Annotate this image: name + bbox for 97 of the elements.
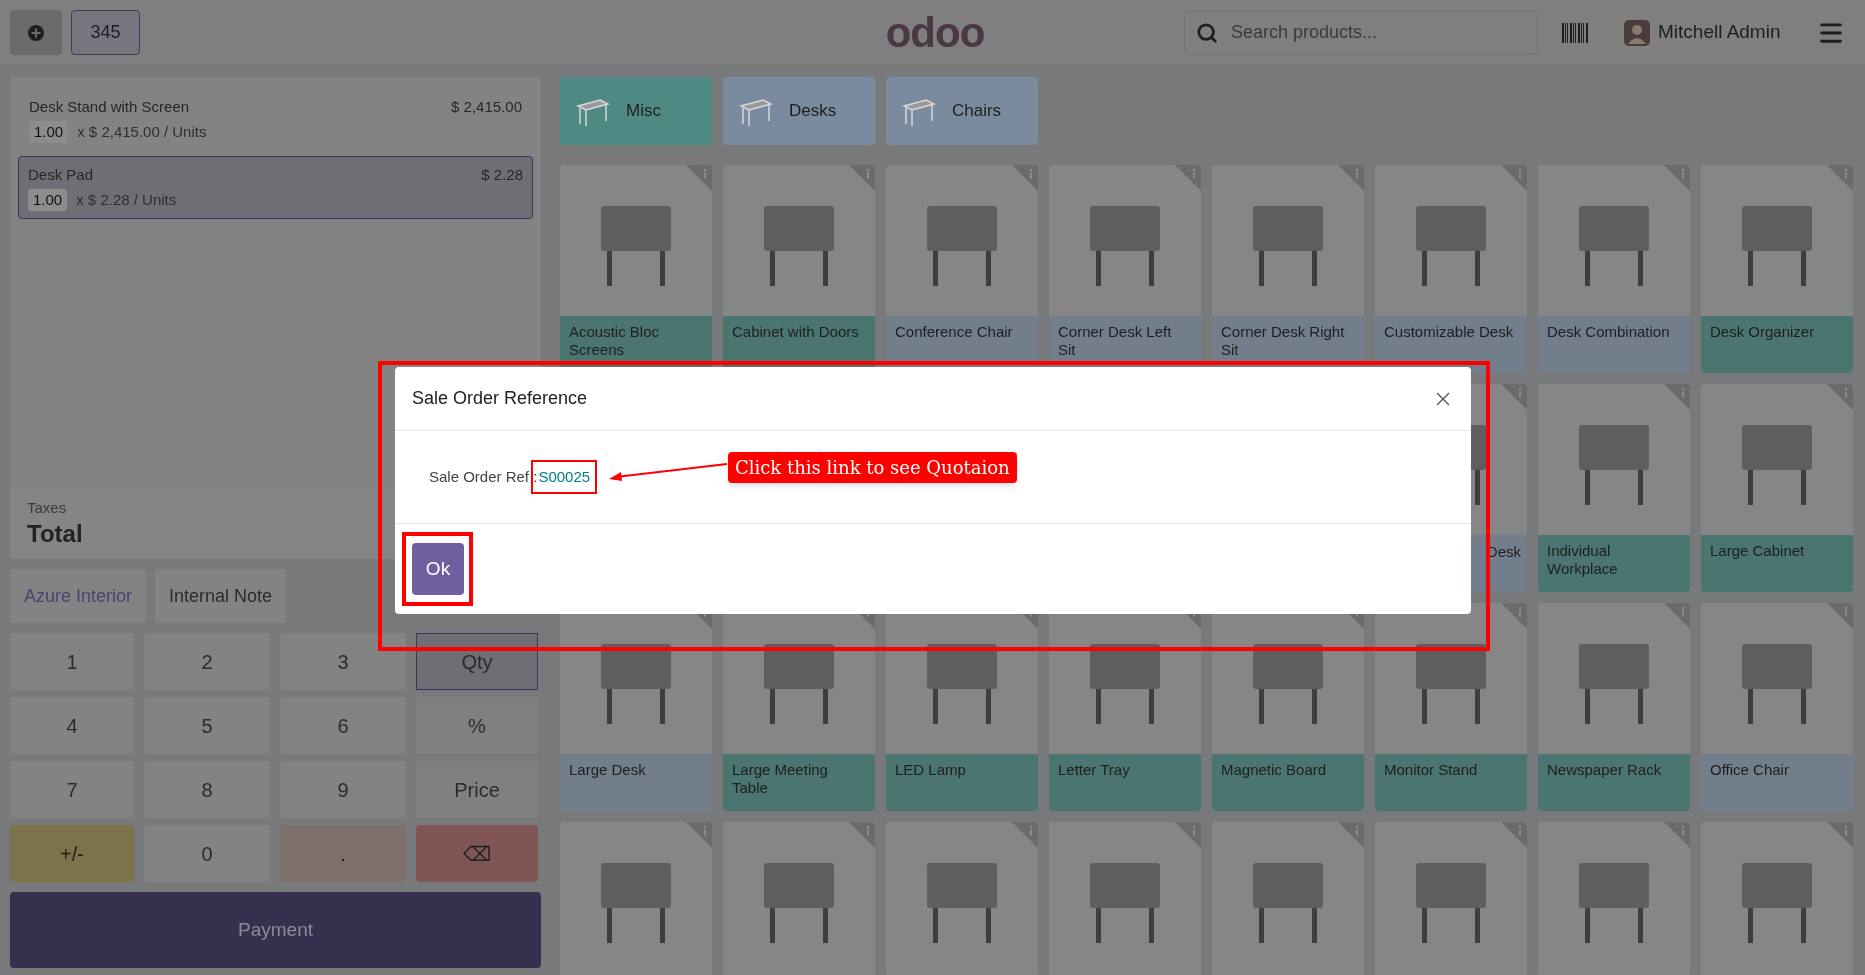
product-name: Individual Workplace — [1538, 535, 1690, 592]
product-card[interactable] — [560, 822, 712, 975]
info-corner-icon[interactable] — [1827, 603, 1853, 629]
numpad-key[interactable]: % — [416, 697, 538, 754]
info-corner-icon[interactable] — [1664, 384, 1690, 410]
search-field[interactable]: Search products... — [1184, 10, 1538, 55]
note-button[interactable]: Internal Note — [155, 569, 287, 623]
product-name: Magnetic Board — [1212, 754, 1364, 811]
numpad-key[interactable]: Qty — [416, 633, 538, 690]
quantity-chip: 1.00 — [29, 120, 69, 143]
info-corner-icon[interactable] — [849, 165, 875, 191]
unit-price: x $ 2.28 / Units — [76, 189, 177, 210]
numpad-key[interactable]: 7 — [10, 761, 134, 818]
product-name: Office Chair — [1701, 754, 1853, 811]
product-name: Desk Stand with Screen — [29, 97, 190, 117]
info-corner-icon[interactable] — [1501, 603, 1527, 629]
numpad-key[interactable]: 4 — [10, 697, 134, 754]
product-card[interactable]: Office Chair — [1701, 603, 1853, 811]
product-name: Newspaper Rack — [1538, 754, 1690, 811]
product-name: Desk Combination — [1538, 316, 1690, 373]
taxes-label: Taxes — [27, 498, 68, 518]
product-card[interactable]: Monitor Stand — [1375, 603, 1527, 811]
product-card[interactable]: Large Cabinet — [1701, 384, 1853, 592]
line-price: $ 2,415.00 — [451, 97, 522, 117]
info-corner-icon[interactable] — [1827, 165, 1853, 191]
numpad-key[interactable]: ⌫ — [416, 825, 538, 882]
product-card[interactable] — [1375, 822, 1527, 975]
numpad-key[interactable]: 9 — [280, 761, 406, 818]
product-card[interactable] — [1049, 822, 1201, 975]
info-corner-icon[interactable] — [686, 822, 712, 848]
payment-button[interactable]: Payment — [10, 892, 541, 968]
info-corner-icon[interactable] — [1501, 165, 1527, 191]
product-card[interactable] — [1212, 822, 1364, 975]
product-card[interactable]: Newspaper Rack — [1538, 603, 1690, 811]
info-corner-icon[interactable] — [1012, 822, 1038, 848]
info-corner-icon[interactable] — [1501, 384, 1527, 410]
line-price: $ 2.28 — [481, 165, 523, 185]
product-card[interactable] — [723, 822, 875, 975]
info-corner-icon[interactable] — [1827, 384, 1853, 410]
callout: Click this link to see Quotaion — [728, 452, 1017, 483]
customer-button[interactable]: Azure Interior — [10, 569, 147, 623]
plus-circle-icon — [27, 23, 45, 42]
quantity-chip: 1.00 — [28, 188, 68, 211]
numpad-key[interactable]: 2 — [144, 633, 270, 690]
product-name: LED Lamp — [886, 754, 1038, 811]
avatar-icon — [1624, 19, 1650, 46]
order-tab[interactable]: 345 — [71, 10, 140, 55]
unit-price: x $ 2,415.00 / Units — [77, 121, 207, 142]
info-corner-icon[interactable] — [1664, 822, 1690, 848]
order-link[interactable]: S00025 — [538, 468, 591, 485]
numpad-key[interactable]: +/- — [10, 825, 134, 882]
info-corner-icon[interactable] — [686, 165, 712, 191]
product-card[interactable]: Desk Organizer — [1701, 165, 1853, 373]
product-name: Desk Pad — [28, 165, 94, 185]
search-icon — [1196, 21, 1218, 44]
product-card[interactable]: Individual Workplace — [1538, 384, 1690, 592]
info-corner-icon[interactable] — [1501, 822, 1527, 848]
product-name: Large Meeting Table — [723, 754, 875, 811]
product-card[interactable] — [1538, 822, 1690, 975]
product-card[interactable] — [1701, 822, 1853, 975]
product-name: Desk Organizer — [1701, 316, 1853, 373]
product-name: Monitor Stand — [1375, 754, 1527, 811]
numpad-key[interactable]: Price — [416, 761, 538, 818]
product-card[interactable]: Customizable Desk — [1375, 165, 1527, 373]
numpad-key[interactable]: 6 — [280, 697, 406, 754]
field-label: Sale Order Ref : — [429, 466, 538, 487]
info-corner-icon[interactable] — [1664, 603, 1690, 629]
dialog-title: Sale Order Reference — [412, 387, 588, 410]
info-corner-icon[interactable] — [1338, 822, 1364, 848]
category-button[interactable]: Misc — [560, 77, 712, 145]
ok-button[interactable]: Ok — [412, 543, 464, 595]
info-corner-icon[interactable] — [1338, 165, 1364, 191]
info-corner-icon[interactable] — [1664, 165, 1690, 191]
product-name: Letter Tray — [1049, 754, 1201, 811]
total-label: Total — [27, 519, 84, 548]
info-corner-icon[interactable] — [849, 822, 875, 848]
info-corner-icon[interactable] — [1827, 822, 1853, 848]
order-line[interactable]: Desk Stand with Screen $ 2,415.00 1.00 x $ 2,415.00 / Units — [18, 87, 533, 152]
info-corner-icon[interactable] — [1175, 165, 1201, 191]
numpad-key[interactable]: 5 — [144, 697, 270, 754]
product-name: Large Desk — [560, 754, 712, 811]
user-name[interactable]: Mitchell Admin — [1658, 18, 1781, 47]
new-order-button[interactable] — [10, 10, 62, 55]
category-button[interactable]: Chairs — [886, 77, 1038, 145]
product-card[interactable] — [886, 822, 1038, 975]
info-corner-icon[interactable] — [1012, 165, 1038, 191]
numpad-key[interactable]: 8 — [144, 761, 270, 818]
product-card[interactable]: Desk Combination — [1538, 165, 1690, 373]
product-name: Large Cabinet — [1701, 535, 1853, 592]
numpad-key[interactable]: 1 — [10, 633, 134, 690]
barcode-icon[interactable] — [1562, 22, 1588, 43]
numpad-key[interactable]: 0 — [144, 825, 270, 882]
info-corner-icon[interactable] — [1175, 822, 1201, 848]
logo: odoo — [885, 11, 985, 54]
numpad-key[interactable]: . — [280, 825, 406, 882]
numpad-key[interactable]: 3 — [280, 633, 406, 690]
category-button[interactable]: Desks — [723, 77, 875, 145]
